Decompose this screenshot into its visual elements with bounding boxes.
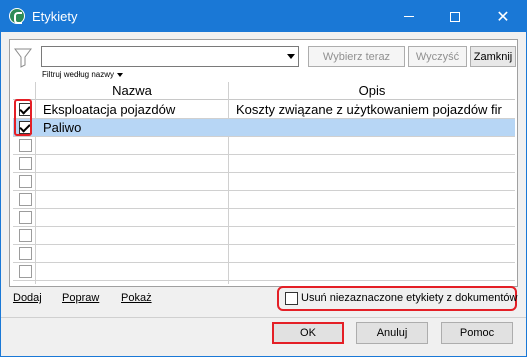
etykiety-dialog: Etykiety ✕ Wybierz teraz Wyczyść Zamknij… <box>0 0 527 357</box>
edit-link[interactable]: Popraw <box>62 292 99 304</box>
label-description-cell[interactable] <box>229 263 515 281</box>
choose-now-button[interactable]: Wybierz teraz <box>308 46 405 67</box>
add-link[interactable]: Dodaj <box>13 292 42 304</box>
row-checkbox[interactable] <box>19 265 32 278</box>
label-name-cell[interactable] <box>36 245 228 263</box>
help-button[interactable]: Pomoc <box>441 322 513 344</box>
cancel-button[interactable]: Anuluj <box>356 322 428 344</box>
column-header-name[interactable]: Nazwa <box>36 82 228 100</box>
filter-icon <box>14 48 32 68</box>
maximize-button[interactable] <box>432 1 478 32</box>
app-logo-icon <box>9 8 25 24</box>
column-header-description[interactable]: Opis <box>229 82 515 100</box>
minimize-button[interactable] <box>386 1 432 32</box>
table-row[interactable]: Eksploatacja pojazdów Koszty związane z u… <box>13 101 515 119</box>
row-checkbox[interactable] <box>19 211 32 224</box>
minimize-icon <box>404 16 414 17</box>
close-filter-button[interactable]: Zamknij <box>470 46 516 67</box>
label-description-cell[interactable] <box>229 137 515 155</box>
row-checkbox[interactable] <box>19 193 32 206</box>
table-row[interactable] <box>13 191 515 209</box>
table-row[interactable] <box>13 173 515 191</box>
row-checkbox[interactable] <box>19 139 32 152</box>
footer-divider <box>1 317 526 318</box>
label-description-cell[interactable] <box>229 191 515 209</box>
label-description-cell[interactable] <box>229 227 515 245</box>
window-title: Etykiety <box>32 9 78 24</box>
show-link[interactable]: Pokaż <box>121 292 152 304</box>
grid-header: Nazwa Opis <box>13 82 515 100</box>
label-name-cell[interactable] <box>36 227 228 245</box>
filter-mode-dropdown[interactable]: Filtruj według nazwy <box>42 70 124 79</box>
table-row[interactable] <box>13 227 515 245</box>
label-name-cell[interactable] <box>36 209 228 227</box>
row-checkbox[interactable] <box>19 157 32 170</box>
checkbox-highlight <box>14 99 32 136</box>
table-row[interactable] <box>13 263 515 281</box>
row-checkbox[interactable] <box>19 247 32 260</box>
filter-mode-label: Filtruj według nazwy <box>42 70 115 79</box>
label-name-cell[interactable]: Paliwo <box>36 119 228 137</box>
close-icon: ✕ <box>496 8 510 26</box>
label-description-cell[interactable] <box>229 155 515 173</box>
filter-combo[interactable] <box>41 46 299 67</box>
label-name-cell[interactable] <box>36 137 228 155</box>
title-bar[interactable]: Etykiety ✕ <box>1 1 526 32</box>
label-name-cell[interactable] <box>36 155 228 173</box>
remove-unchecked-label: Usuń niezaznaczone etykiety z dokumentów <box>301 292 518 304</box>
maximize-icon <box>450 11 460 22</box>
ok-button[interactable]: OK <box>272 322 344 344</box>
table-row[interactable]: Paliwo <box>13 119 515 137</box>
label-description-cell[interactable]: Koszty związane z użytkowaniem pojazdów … <box>229 101 515 119</box>
row-checkbox[interactable] <box>19 229 32 242</box>
table-row[interactable] <box>13 209 515 227</box>
label-description-cell[interactable] <box>229 245 515 263</box>
labels-grid: Nazwa Opis Eksploatacja pojazdów Koszty z… <box>13 82 515 284</box>
close-window-button[interactable]: ✕ <box>480 1 526 32</box>
label-name-cell[interactable] <box>36 191 228 209</box>
table-row[interactable] <box>13 245 515 263</box>
chevron-down-icon[interactable] <box>287 54 295 59</box>
clear-button[interactable]: Wyczyść <box>408 46 467 67</box>
row-checkbox[interactable] <box>19 175 32 188</box>
label-description-cell[interactable] <box>229 173 515 191</box>
table-row[interactable] <box>13 137 515 155</box>
remove-unchecked-checkbox[interactable] <box>285 292 298 305</box>
labels-panel: Wybierz teraz Wyczyść Zamknij Filtruj we… <box>9 39 518 287</box>
label-description-cell[interactable] <box>229 209 515 227</box>
label-name-cell[interactable] <box>36 173 228 191</box>
table-row[interactable] <box>13 155 515 173</box>
label-description-cell[interactable] <box>229 119 515 137</box>
chevron-down-icon <box>117 72 124 77</box>
label-name-cell[interactable] <box>36 263 228 281</box>
label-name-cell[interactable]: Eksploatacja pojazdów <box>36 101 228 119</box>
